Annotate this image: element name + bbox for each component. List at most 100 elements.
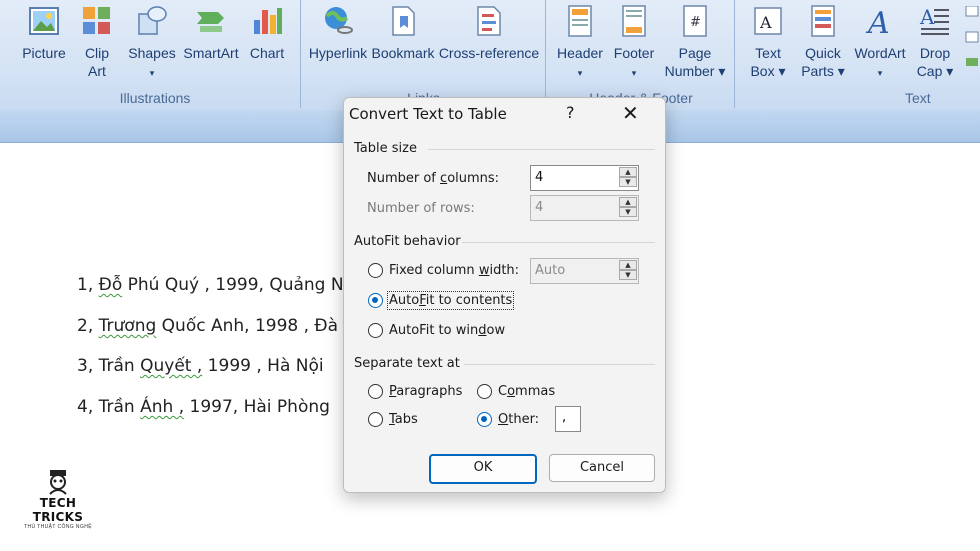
smartart-icon	[197, 12, 224, 32]
cancel-button[interactable]: Cancel	[549, 454, 655, 482]
svg-text:A: A	[759, 13, 772, 32]
text-box-label-1: Text	[755, 45, 781, 61]
separate-section-label: Separate text at	[354, 356, 460, 371]
page-number-icon: #	[683, 5, 707, 37]
tech-tricks-logo: TECH TRICKS THỦ THUẬT CÔNG NGHỆ	[23, 466, 93, 530]
paragraphs-label[interactable]: Paragraphs	[389, 384, 462, 399]
text-box-button[interactable]: A Text Box ▾	[741, 4, 795, 80]
other-separator-value[interactable]: ,	[562, 410, 566, 425]
header-icon	[568, 5, 592, 37]
quick-parts-button[interactable]: Quick Parts ▾	[795, 4, 851, 80]
header-dropdown-arrow: ▾	[577, 68, 583, 78]
chart-label: Chart	[249, 45, 285, 61]
hyperlink-icon	[325, 7, 353, 34]
other-label[interactable]: Other:	[498, 412, 539, 427]
bookmark-icon	[392, 6, 415, 36]
spin-up-button: ▲	[619, 260, 637, 270]
clip-art-label-2: Art	[88, 63, 106, 79]
clip-art-icon	[83, 7, 110, 34]
commas-label[interactable]: Commas	[498, 384, 555, 399]
illustrations-group: Picture Clip Art Shapes ▾ SmartArt Chart…	[10, 0, 301, 108]
autofit-window-radio[interactable]	[368, 323, 383, 338]
shapes-icon	[138, 6, 167, 35]
wordart-button[interactable]: A WordArt ▾	[849, 4, 911, 82]
fixed-column-width-radio[interactable]	[368, 263, 383, 278]
document-line-4[interactable]: 4, Trần Ánh , 1997, Hài Phòng	[77, 397, 330, 417]
line-number: 2,	[77, 316, 94, 336]
other-radio[interactable]	[477, 412, 492, 427]
commas-radio[interactable]	[477, 384, 492, 399]
bookmark-label: Bookmark	[371, 45, 435, 61]
signature-line-icon	[965, 5, 979, 66]
columns-value[interactable]: 4	[535, 170, 543, 185]
footer-button[interactable]: Footer ▾	[606, 4, 662, 82]
smartart-button[interactable]: SmartArt	[180, 4, 242, 62]
shapes-dropdown-arrow: ▾	[149, 68, 155, 78]
rows-value: 4	[535, 200, 544, 215]
svg-text:#: #	[690, 15, 701, 30]
fixed-column-width-label[interactable]: Fixed column width:	[389, 263, 519, 278]
autofit-contents-label[interactable]: AutoFit to contents	[386, 291, 515, 310]
paragraphs-radio[interactable]	[368, 384, 383, 399]
document-line-3[interactable]: 3, Trần Quyết , 1999 , Hà Nội	[77, 356, 324, 376]
spin-up-button: ▲	[619, 197, 637, 207]
page-number-label-1: Page	[678, 45, 712, 61]
spin-down-button[interactable]: ▼	[619, 177, 637, 187]
chart-button[interactable]: Chart	[244, 4, 290, 62]
quick-parts-icon	[811, 5, 835, 37]
page-number-button[interactable]: # Page Number ▾	[662, 4, 728, 80]
illustrations-group-label: Illustrations	[119, 90, 191, 106]
header-button[interactable]: Header ▾	[552, 4, 608, 82]
shapes-button[interactable]: Shapes ▾	[122, 4, 182, 82]
document-line-2[interactable]: 2, Trương Quốc Anh, 1998 , Đà N	[77, 316, 356, 336]
text-group: A Text Box ▾ Quick Parts ▾ A WordArt ▾ A…	[737, 0, 980, 108]
line-text: Trần	[98, 356, 141, 376]
misspelled-word: Ánh ,	[140, 397, 185, 417]
wordart-icon: A	[865, 6, 890, 38]
rows-label: Number of rows:	[367, 201, 475, 216]
spin-up-button[interactable]: ▲	[619, 167, 637, 177]
picture-label: Picture	[22, 45, 66, 61]
help-button[interactable]: ?	[566, 103, 575, 122]
autofit-window-label[interactable]: AutoFit to window	[389, 323, 505, 338]
drop-cap-button[interactable]: A Drop Cap ▾	[909, 4, 961, 80]
tabs-label[interactable]: Tabs	[389, 412, 418, 427]
dialog-title: Convert Text to Table	[349, 105, 507, 123]
other-separator-input[interactable]: ,	[555, 406, 581, 432]
drop-cap-label-1: Drop	[919, 45, 951, 61]
fixed-width-value: Auto	[535, 263, 566, 278]
fixed-width-spinner: Auto ▲ ▼	[530, 258, 639, 284]
columns-spinner[interactable]: 4 ▲ ▼	[530, 165, 639, 191]
autofit-section-label: AutoFit behavior	[354, 234, 461, 249]
cross-reference-label: Cross-reference	[438, 45, 540, 61]
tabs-radio[interactable]	[368, 412, 383, 427]
wordart-label: WordArt	[854, 45, 906, 61]
mascot-icon	[49, 470, 67, 495]
cross-reference-icon	[477, 6, 501, 36]
shapes-label: Shapes	[128, 45, 176, 61]
hyperlink-button[interactable]: Hyperlink	[306, 4, 370, 62]
picture-button[interactable]: Picture	[16, 4, 72, 62]
close-button[interactable]: ✕	[622, 101, 639, 125]
quick-parts-label-2: Parts ▾	[801, 63, 845, 79]
ok-button[interactable]: OK	[429, 454, 537, 484]
misspelled-word: Đỗ	[98, 275, 123, 295]
quick-parts-label-1: Quick	[805, 45, 841, 61]
hyperlink-label: Hyperlink	[308, 45, 368, 61]
cross-reference-button[interactable]: Cross-reference	[437, 4, 541, 62]
header-footer-group: Header ▾ Footer ▾ # Page Number ▾ Header…	[548, 0, 735, 108]
line-text: Trần	[98, 397, 141, 417]
bookmark-button[interactable]: Bookmark	[370, 4, 436, 62]
drop-cap-icon: A	[919, 5, 949, 35]
footer-label: Footer	[613, 45, 655, 61]
autofit-contents-radio[interactable]	[368, 293, 383, 308]
line-text: Quốc Anh, 1998 , Đà N	[156, 316, 357, 336]
chart-icon	[254, 8, 282, 34]
clip-art-button[interactable]: Clip Art	[74, 4, 120, 80]
svg-text:A: A	[865, 6, 890, 38]
picture-icon	[29, 7, 59, 35]
header-label: Header	[557, 45, 603, 61]
text-extra-icons[interactable]	[965, 5, 979, 70]
logo-tagline: THỦ THUẬT CÔNG NGHỆ	[24, 524, 92, 530]
document-line-1[interactable]: 1, Đỗ Phú Quý , 1999, Quảng Ng	[77, 275, 354, 295]
